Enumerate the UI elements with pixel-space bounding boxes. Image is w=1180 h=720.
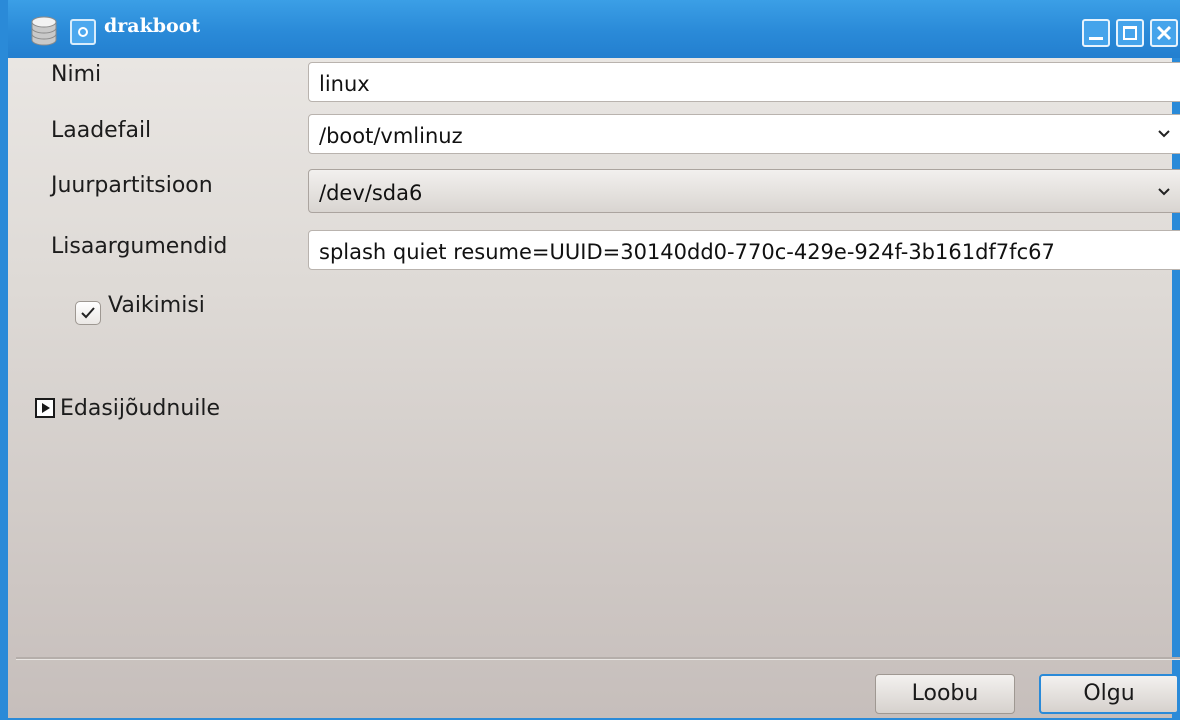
default-label[interactable]: Vaikimisi <box>108 293 205 318</box>
window-title: drakboot <box>104 15 201 37</box>
root-partition-select[interactable]: /dev/sda6 <box>308 169 1180 213</box>
root-label: Juurpartitsioon <box>51 173 213 198</box>
database-icon <box>31 16 57 46</box>
circle-icon[interactable] <box>70 19 96 45</box>
close-icon <box>1156 25 1172 41</box>
name-field[interactable]: linux <box>308 62 1180 102</box>
append-label: Lisaargumendid <box>51 234 228 259</box>
image-label: Laadefail <box>51 118 152 143</box>
checkmark-icon <box>81 307 95 319</box>
maximize-button[interactable] <box>1116 19 1144 47</box>
chevron-down-icon <box>1158 188 1170 196</box>
chevron-down-icon[interactable] <box>1157 127 1171 141</box>
separator <box>16 657 1180 660</box>
cancel-button[interactable]: Loobu <box>875 674 1015 714</box>
image-combobox[interactable]: /boot/vmlinuz <box>308 114 1180 154</box>
drakboot-window: drakboot Nimi linux Laadefail /boot/vmli… <box>0 0 1180 720</box>
ok-button[interactable]: Olgu <box>1039 674 1179 714</box>
default-checkbox[interactable] <box>75 301 101 325</box>
name-label: Nimi <box>51 62 102 87</box>
root-value: /dev/sda6 <box>319 181 423 205</box>
image-value: /boot/vmlinuz <box>319 124 463 148</box>
append-field[interactable]: splash quiet resume=UUID=30140dd0-770c-4… <box>308 230 1180 270</box>
expander-arrow-icon[interactable] <box>35 398 55 418</box>
close-button[interactable] <box>1150 19 1178 47</box>
minimize-button[interactable] <box>1082 19 1110 47</box>
title-bar[interactable]: drakboot <box>8 0 1180 58</box>
advanced-expander-label[interactable]: Edasijõudnuile <box>60 396 220 421</box>
